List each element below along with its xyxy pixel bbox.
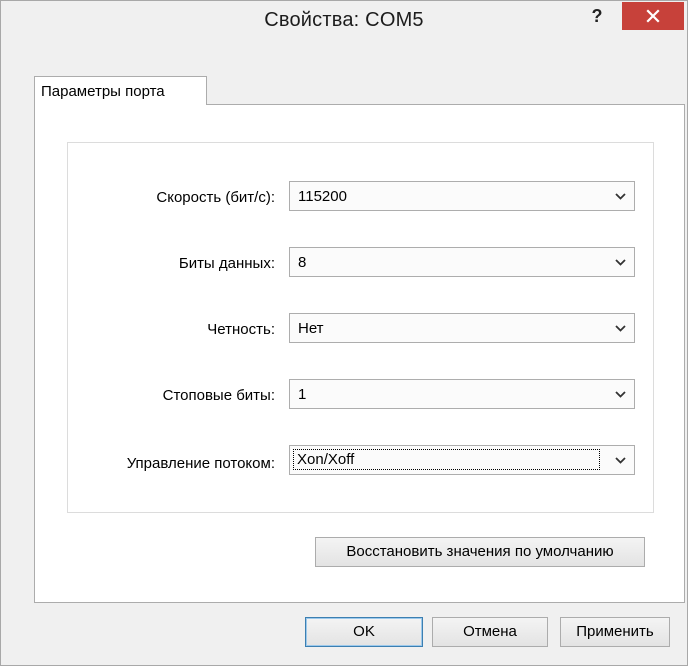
stop-bits-select[interactable]: 1: [289, 379, 635, 409]
help-button[interactable]: ?: [577, 3, 617, 31]
apply-button[interactable]: Применить: [560, 617, 670, 647]
chevron-down-icon: [615, 391, 626, 398]
parity-value: Нет: [298, 320, 324, 337]
flow-control-label: Управление потоком:: [126, 455, 275, 472]
ok-button[interactable]: OK: [305, 617, 423, 647]
tab-port-settings[interactable]: Параметры порта: [34, 76, 207, 105]
baud-rate-label: Скорость (бит/с):: [156, 189, 275, 206]
close-button[interactable]: [622, 2, 684, 30]
chevron-down-icon: [615, 259, 626, 266]
tab-label: Параметры порта: [41, 83, 165, 100]
cancel-button[interactable]: Отмена: [432, 617, 548, 647]
chevron-down-icon: [615, 193, 626, 200]
flow-control-select[interactable]: Xon/Xoff: [289, 445, 635, 475]
chevron-down-icon: [615, 325, 626, 332]
baud-rate-select[interactable]: 115200: [289, 181, 635, 211]
chevron-down-icon: [615, 457, 626, 464]
parity-label: Четность:: [207, 321, 275, 338]
tab-panel: Скорость (бит/с): 115200 Биты данных: 8 …: [34, 104, 685, 603]
title-bar[interactable]: Свойства: COM5 ?: [1, 1, 687, 41]
data-bits-label: Биты данных:: [178, 255, 275, 272]
data-bits-value: 8: [298, 254, 307, 271]
close-icon: [646, 9, 660, 23]
restore-defaults-button[interactable]: Восстановить значения по умолчанию: [315, 537, 645, 567]
stop-bits-value: 1: [298, 386, 307, 403]
properties-dialog: Свойства: COM5 ? Параметры порта Скорост…: [0, 0, 688, 666]
parity-select[interactable]: Нет: [289, 313, 635, 343]
data-bits-select[interactable]: 8: [289, 247, 635, 277]
baud-rate-value: 115200: [298, 188, 347, 205]
stop-bits-label: Стоповые биты:: [162, 387, 275, 404]
flow-control-value: Xon/Xoff: [293, 449, 600, 470]
